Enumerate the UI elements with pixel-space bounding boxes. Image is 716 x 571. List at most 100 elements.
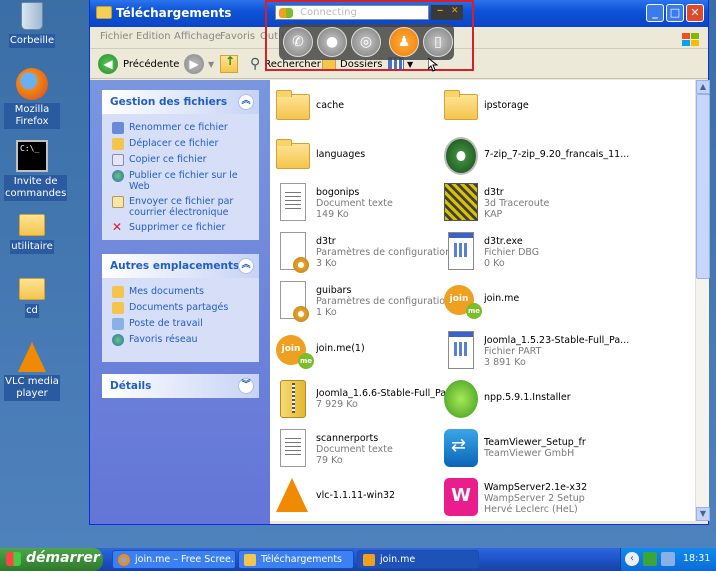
desktop-icon-vlc[interactable]: VLC media player bbox=[4, 342, 60, 401]
menu-favoris[interactable]: Favoris bbox=[220, 31, 255, 42]
file-item[interactable]: 7-zip_7-zip_9.20_francais_11... bbox=[444, 137, 644, 185]
other-places-panel: Autres emplacements ︽ Mes documents Docu… bbox=[102, 254, 259, 362]
rename-icon bbox=[112, 122, 124, 134]
overlay-minimize-button[interactable]: ‒ bbox=[437, 6, 443, 16]
mouse-cursor-icon bbox=[428, 58, 438, 72]
explorer-window: Téléchargements _ □ ✕ Fichier Edition Af… bbox=[89, 0, 710, 525]
publish-web-link[interactable]: Publier ce fichier sur le Web bbox=[102, 168, 259, 194]
joinme-icon: join bbox=[444, 285, 482, 319]
file-item[interactable]: npp.5.9.1.Installer bbox=[444, 380, 644, 428]
up-folder-button[interactable]: ↑ bbox=[220, 54, 238, 74]
delete-file-link[interactable]: ✕ Supprimer ce fichier bbox=[102, 220, 259, 236]
search-icon: ⚲ bbox=[250, 56, 261, 72]
broadcast-icon[interactable]: ◎ bbox=[351, 27, 381, 57]
folder-icon bbox=[112, 286, 124, 298]
menu-fichier[interactable]: Fichier bbox=[100, 31, 133, 42]
move-file-link[interactable]: Déplacer ce fichier bbox=[102, 136, 259, 152]
overlay-close-button[interactable]: ✕ bbox=[451, 6, 459, 16]
desktop-icon-cmd[interactable]: C:\_ Invite de commandes bbox=[4, 140, 68, 201]
minimize-button[interactable]: _ bbox=[646, 4, 664, 22]
file-tasks-panel: Gestion des fichiers ︽ Renommer ce fichi… bbox=[102, 90, 259, 240]
folder-icon bbox=[96, 6, 112, 19]
delete-x-icon: ✕ bbox=[112, 220, 123, 234]
file-item[interactable]: W WampServer2.1e-x32 WampServer 2 Setup He… bbox=[444, 478, 644, 526]
details-panel: Détails ︾ bbox=[102, 374, 259, 398]
recycle-bin-icon bbox=[21, 2, 43, 30]
clock[interactable]: 18:31 bbox=[683, 553, 710, 564]
file-list: cache ipstorage languages 7-zip_7-zip_9.… bbox=[270, 80, 695, 521]
envelope-icon bbox=[112, 196, 124, 208]
taskbar-item-joinme-browser[interactable]: join.me – Free Scree... bbox=[112, 550, 236, 569]
system-tray: ‹ 18:31 bbox=[620, 548, 716, 571]
network-places-link[interactable]: Favoris réseau bbox=[102, 332, 259, 348]
shared-folder-icon bbox=[112, 302, 124, 314]
collapse-chevron-icon[interactable]: ︽ bbox=[238, 94, 254, 110]
taskbar: démarrer join.me – Free Scree... Télécha… bbox=[0, 548, 716, 571]
notepadpp-icon bbox=[444, 380, 478, 418]
7zip-icon bbox=[444, 137, 478, 175]
details-header[interactable]: Détails ︾ bbox=[102, 374, 259, 398]
config-file-icon bbox=[280, 232, 309, 273]
file-tasks-header[interactable]: Gestion des fichiers ︽ bbox=[102, 90, 259, 114]
phone-icon[interactable]: ✆ bbox=[283, 27, 313, 57]
user-icon[interactable]: ♟ bbox=[389, 27, 419, 57]
copy-icon bbox=[112, 154, 124, 166]
file-item[interactable]: d3tr.exe Fichier DBG 0 Ko bbox=[444, 232, 644, 280]
folder-icon bbox=[276, 139, 310, 169]
folder-icon bbox=[19, 214, 45, 236]
chat-bubble-icon[interactable]: ● bbox=[317, 27, 347, 57]
overlay-window-controls: ‒ ✕ bbox=[431, 5, 463, 20]
scrollbar-thumb[interactable] bbox=[696, 94, 710, 279]
file-item[interactable]: join join.me bbox=[444, 281, 644, 329]
desktop-icon-firefox[interactable]: Mozilla Firefox bbox=[4, 68, 60, 129]
email-file-link[interactable]: Envoyer ce fichier par courrier électron… bbox=[102, 194, 259, 220]
menu-affichage[interactable]: Affichage bbox=[174, 31, 221, 42]
file-item[interactable]: Joomla_1.5.23-Stable-Full_Pa... Fichier P… bbox=[444, 331, 644, 379]
vlc-cone-icon bbox=[276, 478, 308, 512]
forward-button[interactable]: ▶ ▼ bbox=[184, 54, 214, 74]
d3tr-icon bbox=[444, 183, 478, 221]
desktop-icon-corbeille[interactable]: Corbeille bbox=[4, 2, 60, 48]
firefox-icon bbox=[118, 554, 130, 566]
scroll-up-arrow-icon[interactable]: ▲ bbox=[696, 80, 710, 94]
mouse-icon[interactable]: ▯ bbox=[423, 27, 453, 57]
scroll-down-arrow-icon[interactable]: ▼ bbox=[696, 507, 710, 521]
tray-app-icon[interactable] bbox=[643, 552, 657, 566]
tray-expand-icon[interactable]: ‹ bbox=[625, 552, 639, 566]
expand-chevron-icon[interactable]: ︾ bbox=[238, 378, 254, 394]
start-button[interactable]: démarrer bbox=[0, 548, 103, 571]
network-icon[interactable] bbox=[661, 552, 675, 566]
taskbar-item-joinme[interactable]: join.me bbox=[357, 550, 479, 569]
copy-file-link[interactable]: Copier ce fichier bbox=[102, 152, 259, 168]
shared-documents-link[interactable]: Documents partagés bbox=[102, 300, 259, 316]
text-document-icon bbox=[280, 183, 306, 221]
joinme-logo-icon bbox=[279, 8, 293, 18]
collapse-chevron-icon[interactable]: ︽ bbox=[238, 258, 254, 274]
taskbar-item-telechargements[interactable]: Téléchargements bbox=[238, 550, 354, 569]
up-folder-icon: ↑ bbox=[220, 54, 238, 73]
command-prompt-icon: C:\_ bbox=[16, 140, 48, 172]
my-documents-link[interactable]: Mes documents bbox=[102, 284, 259, 300]
maximize-button[interactable]: □ bbox=[666, 4, 684, 22]
joinme-control-dock: ✆ ● ◎ ♟ ▯ bbox=[279, 24, 454, 60]
vertical-scrollbar[interactable]: ▲ ▼ bbox=[695, 80, 710, 521]
folder-icon bbox=[444, 90, 478, 120]
other-places-header[interactable]: Autres emplacements ︽ bbox=[102, 254, 259, 278]
desktop-icon-utilitaire[interactable]: utilitaire bbox=[4, 208, 60, 254]
back-button[interactable]: ◀ Précédente ▼ bbox=[98, 54, 192, 74]
task-pane: Gestion des fichiers ︽ Renommer ce fichi… bbox=[90, 80, 270, 524]
rename-file-link[interactable]: Renommer ce fichier bbox=[102, 120, 259, 136]
network-globe-icon bbox=[112, 334, 124, 346]
close-button[interactable]: ✕ bbox=[686, 4, 704, 22]
teamviewer-icon bbox=[444, 429, 478, 467]
zip-archive-icon bbox=[280, 380, 306, 418]
connecting-status-bar: Connecting bbox=[275, 5, 429, 20]
file-item[interactable]: ipstorage bbox=[444, 88, 644, 136]
file-item[interactable]: TeamViewer_Setup_frTeamViewer GmbH bbox=[444, 429, 644, 477]
file-item[interactable]: d3tr 3d Traceroute KAP bbox=[444, 183, 644, 231]
menu-edition[interactable]: Edition bbox=[136, 31, 171, 42]
desktop-icon-cd[interactable]: cd bbox=[4, 272, 60, 318]
wampserver-icon: W bbox=[444, 478, 478, 516]
joinme-icon bbox=[363, 554, 375, 566]
my-computer-link[interactable]: Poste de travail bbox=[102, 316, 259, 332]
